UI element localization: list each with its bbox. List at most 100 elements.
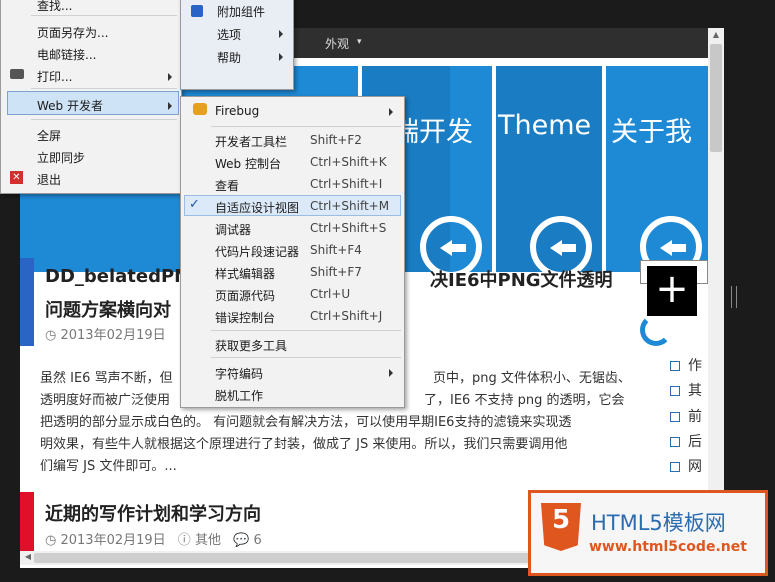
post-meta: ◷ 2013年02月19日 ⓘ 其他 💬 6 — [45, 529, 262, 548]
watermark-url: www.html5code.net — [589, 539, 747, 555]
printer-icon — [10, 69, 24, 79]
menu-item-character-encoding[interactable]: 字符编码 — [215, 365, 263, 382]
menu-item-inspect[interactable]: 查看 — [215, 177, 239, 194]
menu-separator — [31, 88, 177, 89]
sidebar-item[interactable]: 其 — [670, 380, 702, 400]
web-developer-submenu: Firebug 开发者工具栏 Shift+F2 Web 控制台 Ctrl+Shi… — [180, 96, 405, 408]
shortcut-text: Shift+F7 — [310, 265, 362, 279]
post-excerpt-line: 明效果，有些牛人就根据这个原理进行了封装，做成了 JS 来使用。所以，我们只需要… — [40, 437, 568, 452]
firefox-menu-right: 附加组件 选项 帮助 — [180, 0, 294, 90]
comment-icon: 💬 — [233, 533, 250, 548]
menu-item-firebug[interactable]: Firebug — [215, 104, 259, 118]
puzzle-icon — [191, 5, 203, 17]
menu-item-options[interactable]: 选项 — [217, 26, 241, 43]
shortcut-text: Shift+F4 — [310, 243, 362, 257]
clock-icon: ◷ — [45, 328, 57, 343]
menu-item-find[interactable]: 查找... — [37, 0, 72, 14]
menu-item-exit[interactable]: 退出 — [37, 171, 61, 188]
post-comment-count[interactable]: 6 — [253, 533, 261, 548]
menu-item-get-more-tools[interactable]: 获取更多工具 — [215, 337, 287, 354]
square-bullet-icon — [670, 462, 680, 472]
menu-item-fullscreen[interactable]: 全屏 — [37, 127, 61, 144]
shortcut-text: Ctrl+Shift+S — [310, 221, 387, 235]
post-date: ◷ 2013年02月19日 — [45, 324, 166, 343]
menu-separator — [211, 126, 401, 127]
shortcut-text: Shift+F2 — [310, 133, 362, 147]
post-title[interactable]: 决IE6中PNG文件透明 — [430, 266, 613, 292]
submenu-arrow-icon — [168, 73, 172, 81]
sidebar-item[interactable]: 网 — [670, 456, 702, 476]
clock-icon: ◷ — [45, 533, 57, 548]
post-date-text: 2013年02月19日 — [60, 328, 166, 343]
submenu-arrow-icon — [168, 102, 172, 110]
scroll-left-arrow-icon[interactable]: ◀ — [22, 552, 34, 564]
menu-item-error-console[interactable]: 错误控制台 — [215, 309, 275, 326]
plus-button[interactable]: + — [647, 266, 697, 316]
menu-item-web-developer[interactable]: Web 开发者 — [37, 97, 103, 114]
sidebar-item[interactable]: 后 — [670, 431, 702, 451]
scroll-up-arrow-icon[interactable]: ▲ — [710, 30, 722, 42]
post-excerpt-line: 们编写 JS 文件即可。... — [40, 459, 177, 474]
resize-handle[interactable] — [731, 286, 737, 308]
submenu-arrow-icon — [389, 108, 393, 116]
menu-item-style-editor[interactable]: 样式编辑器 — [215, 265, 275, 282]
submenu-arrow-icon — [389, 369, 393, 377]
post-excerpt-line: 页中，png 文件体积小、无锯齿、 — [433, 371, 631, 386]
menu-separator — [31, 119, 177, 120]
sidebar-logo-icon — [640, 314, 672, 346]
submenu-arrow-icon — [279, 53, 283, 61]
firebug-icon — [193, 103, 207, 115]
shortcut-text: Ctrl+Shift+K — [310, 155, 387, 169]
post-title[interactable]: 问题方案横向对 — [45, 296, 171, 322]
menu-item-print[interactable]: 打印... — [37, 68, 72, 85]
menu-separator — [211, 330, 401, 331]
menu-item-save-as[interactable]: 页面另存为... — [37, 24, 108, 41]
info-icon: ⓘ — [177, 533, 191, 548]
square-bullet-icon — [670, 412, 680, 422]
shortcut-text: Ctrl+Shift+I — [310, 177, 383, 191]
menu-separator — [211, 357, 401, 358]
post-date-text: 2013年02月19日 — [60, 533, 166, 548]
menu-item-email-link[interactable]: 电邮链接... — [37, 46, 96, 63]
post-title[interactable]: DD_belatedPN — [45, 266, 189, 287]
square-bullet-icon — [670, 361, 680, 371]
hero-divider — [492, 66, 496, 272]
menu-separator — [31, 15, 177, 16]
watermark-title: HTML5模板网 — [591, 511, 726, 535]
hero-title[interactable]: 关于我 — [611, 110, 692, 149]
menu-item-sync-now[interactable]: 立即同步 — [37, 149, 85, 166]
watermark-logo: 5 HTML5模板网 www.html5code.net — [528, 490, 768, 576]
post-excerpt-line: 了，IE6 不支持 png 的透明，它会 — [424, 393, 625, 408]
menu-item-responsive-design-view[interactable]: 自适应设计视图 — [215, 199, 299, 216]
firefox-menu-left: 查找... 页面另存为... 电邮链接... 打印... Web 开发者 全屏 … — [0, 0, 182, 194]
menu-item-web-console[interactable]: Web 控制台 — [215, 155, 281, 172]
vertical-scroll-thumb[interactable] — [710, 44, 722, 152]
exit-icon: ✕ — [10, 171, 23, 184]
square-bullet-icon — [670, 437, 680, 447]
post-accent-bar — [20, 492, 34, 552]
menu-item-page-source[interactable]: 页面源代码 — [215, 287, 275, 304]
post-excerpt-line: 透明度好而被广泛使用 — [40, 393, 171, 408]
post-excerpt-line: 虽然 IE6 骂声不断，但 — [40, 371, 173, 386]
post-category[interactable]: 其他 — [195, 533, 221, 548]
menu-item-help[interactable]: 帮助 — [217, 49, 241, 66]
post-accent-bar — [20, 258, 34, 346]
shortcut-text: Ctrl+Shift+M — [310, 199, 390, 213]
menu-item-work-offline[interactable]: 脱机工作 — [215, 387, 263, 404]
sidebar-item[interactable]: 作 — [670, 355, 702, 375]
hero-title[interactable]: Theme — [498, 110, 591, 141]
menu-item-addons[interactable]: 附加组件 — [217, 3, 265, 20]
sidebar-item[interactable]: 前 — [670, 406, 702, 426]
post-excerpt-line: 把透明的部分显示成白色的。 有问题就会有解决方法，可以使用早期IE6支持的滤镜来… — [40, 415, 572, 430]
html5-badge-number: 5 — [551, 505, 571, 535]
post-title[interactable]: 近期的写作计划和学习方向 — [45, 500, 261, 526]
nav-item-appearance[interactable]: 外观 — [325, 35, 349, 52]
shortcut-text: Ctrl+U — [310, 287, 351, 301]
shortcut-text: Ctrl+Shift+J — [310, 309, 383, 323]
checkmark-icon: ✓ — [189, 197, 200, 212]
menu-item-developer-toolbar[interactable]: 开发者工具栏 — [215, 133, 287, 150]
menu-item-scratchpad[interactable]: 代码片段速记器 — [215, 243, 299, 260]
submenu-arrow-icon — [279, 30, 283, 38]
hero-divider — [602, 66, 606, 272]
menu-item-debugger[interactable]: 调试器 — [215, 221, 251, 238]
